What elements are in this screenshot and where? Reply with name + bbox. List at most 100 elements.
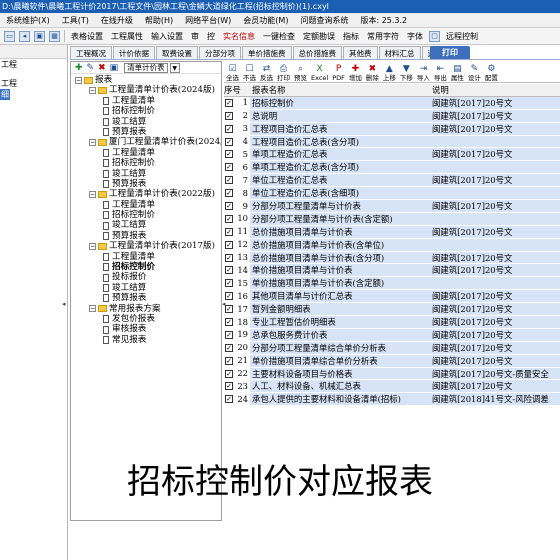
tree-folder[interactable]: − 厦门工程量清单计价表(2024版) (71, 137, 221, 147)
table-settings-button[interactable]: 表格设置 (67, 31, 107, 42)
tree-report-item[interactable]: 常见报表 (71, 335, 221, 345)
row-checkbox[interactable]: ✓ (225, 305, 233, 314)
print-toolbar-button[interactable]: ✖ 删除 (366, 64, 379, 82)
tree-report-item[interactable]: 竣工结算 (71, 117, 221, 127)
table-row[interactable]: ✓ 21 单价措施项目清单综合单价分析表 闽建筑[2017]20号文 (224, 354, 560, 368)
print-toolbar-button[interactable]: X Excel (311, 64, 328, 82)
input-settings-button[interactable]: 输入设置 (147, 31, 187, 42)
tree-folder[interactable]: − 工程量清单计价表(2017版) (71, 241, 221, 251)
print-toolbar-button[interactable]: ▤ 属性 (451, 64, 464, 82)
module-tab[interactable]: 取费设置 (156, 46, 198, 59)
table-row[interactable]: ✓ 18 专业工程暂估价明细表 闽建筑[2017]20号文 (224, 316, 560, 329)
module-tab[interactable]: 计价依据 (113, 46, 155, 59)
column-header-desc[interactable]: 说明 (430, 84, 560, 96)
tree-report-item[interactable]: 审核报表 (71, 324, 221, 334)
row-checkbox[interactable]: ✓ (225, 240, 233, 249)
collapse-icon[interactable]: − (89, 87, 96, 95)
table-row[interactable]: ✓ 12 总价措施项目清单与计价表(含单位) (224, 238, 560, 252)
tree-report-item[interactable]: 预算报表 (71, 293, 221, 303)
tree-report-item[interactable]: 工程量清单 (71, 252, 221, 262)
table-row[interactable]: ✓ 10 分部分项工程量清单与计价表(含定额) (224, 212, 560, 226)
table-row[interactable]: ✓ 8 单位工程造价汇总表(含细项) (224, 187, 560, 201)
row-checkbox[interactable]: ✓ (225, 124, 233, 133)
real-name-info-button[interactable]: 实名信息 (219, 31, 259, 42)
collapse-icon[interactable]: − (75, 76, 82, 84)
row-checkbox[interactable]: ✓ (225, 395, 233, 404)
menu-item[interactable]: 系统维护(X) (0, 15, 56, 26)
table-row[interactable]: ✓ 16 其他项目清单与计价汇总表 闽建筑[2017]20号文 (224, 290, 560, 304)
tree-report-item[interactable]: 招标控制价 (71, 158, 221, 168)
print-toolbar-button[interactable]: ⇥ 导入 (417, 64, 430, 82)
table-row[interactable]: ✓ 22 主要材料设备项目与价格表 闽建筑[2017]20号文-质量安全 (224, 367, 560, 381)
collapse-icon[interactable]: − (89, 139, 96, 147)
tree-report-item[interactable]: 招标控制价 (71, 262, 221, 272)
tree-folder[interactable]: − 工程量清单计价表(2024版) (71, 85, 221, 95)
table-row[interactable]: ✓ 2 总说明 闽建筑[2017]20号文 (224, 109, 560, 123)
index-button[interactable]: 指标 (339, 31, 363, 42)
print-toolbar-button[interactable]: P PDF (332, 64, 345, 82)
collapse-icon[interactable]: − (89, 305, 96, 313)
print-toolbar-button[interactable]: ☑ 全选 (226, 64, 239, 82)
tree-folder[interactable]: − 报表 (71, 75, 221, 85)
table-row[interactable]: ✓ 20 分部分项工程量清单综合单价分析表 闽建筑[2017]20号文 (224, 341, 560, 355)
tree-report-item[interactable]: 工程量清单 (71, 96, 221, 106)
print-toolbar-button[interactable]: ⌕ 预览 (294, 64, 307, 82)
row-checkbox[interactable]: ✓ (225, 189, 233, 198)
table-row[interactable]: ✓ 3 工程项目造价汇总表 闽建筑[2017]20号文 (224, 122, 560, 136)
table-row[interactable]: ✓ 24 承包人提供的主要材料和设备清单(招标) 闽建筑[2018]41号文-风险调差 (224, 393, 560, 407)
table-row[interactable]: ✓ 6 单项工程造价汇总表(含分项) (224, 161, 560, 175)
tree-report-item[interactable]: 工程量清单 (71, 148, 221, 158)
row-checkbox[interactable]: ✓ (225, 176, 233, 185)
row-checkbox[interactable]: ✓ (225, 266, 233, 275)
row-checkbox[interactable]: ✓ (225, 98, 233, 107)
audit-button[interactable]: 审 (187, 31, 203, 42)
save-icon[interactable]: ▣ (110, 63, 119, 73)
table-row[interactable]: ✓ 14 单价措施项目清单与计价表 闽建筑[2017]20号文 (224, 264, 560, 278)
file-icon[interactable]: ▭ (4, 30, 15, 42)
row-checkbox[interactable]: ✓ (225, 330, 233, 339)
tree-report-item[interactable]: 投标报价 (71, 272, 221, 282)
menu-item[interactable]: 工具(T) (56, 15, 95, 26)
project-node[interactable]: 工程 (0, 59, 67, 70)
row-checkbox[interactable]: ✓ (225, 356, 233, 365)
control-button[interactable]: 控 (203, 31, 219, 42)
table-row[interactable]: ✓ 19 总承包服务费计价表 闽建筑[2017]20号文 (224, 328, 560, 342)
remote-control-icon[interactable]: ▢ (429, 30, 440, 42)
add-icon[interactable]: ✚ (75, 63, 83, 73)
collapse-icon[interactable]: − (89, 190, 96, 198)
row-checkbox[interactable]: ✓ (225, 292, 233, 301)
table-row[interactable]: ✓ 13 总价措施项目清单与计价表(含分项) 闽建筑[2017]20号文 (224, 251, 560, 265)
row-checkbox[interactable]: ✓ (225, 382, 233, 391)
row-checkbox[interactable]: ✓ (225, 137, 233, 146)
row-checkbox[interactable]: ✓ (225, 343, 233, 352)
row-checkbox[interactable]: ✓ (225, 111, 233, 120)
row-checkbox[interactable]: ✓ (225, 253, 233, 262)
print-toolbar-button[interactable]: ☐ 不选 (243, 64, 256, 82)
print-toolbar-button[interactable]: ▲ 上移 (383, 64, 396, 82)
row-checkbox[interactable]: ✓ (225, 214, 233, 223)
row-checkbox[interactable]: ✓ (225, 317, 233, 326)
print-toolbar-button[interactable]: ✚ 增加 (349, 64, 362, 82)
project-properties-button[interactable]: 工程属性 (107, 31, 147, 42)
tree-report-item[interactable]: 招标控制价 (71, 106, 221, 116)
print-toolbar-button[interactable]: ⇄ 反选 (260, 64, 273, 82)
quota-errata-button[interactable]: 定额勘误 (299, 31, 339, 42)
one-click-check-button[interactable]: 一键检查 (259, 31, 299, 42)
tree-report-item[interactable]: 预算报表 (71, 179, 221, 189)
edit-icon[interactable]: ✎ (87, 63, 95, 73)
remote-control-button[interactable]: 远程控制 (442, 31, 482, 42)
table-row[interactable]: ✓ 4 工程项目造价汇总表(含分项) (224, 135, 560, 149)
tree-report-item[interactable]: 预算报表 (71, 231, 221, 241)
table-row[interactable]: ✓ 7 单位工程造价汇总表 闽建筑[2017]20号文 (224, 174, 560, 188)
font-button[interactable]: 字体 (403, 31, 427, 42)
delete-icon[interactable]: ✖ (98, 63, 106, 73)
tree-folder[interactable]: − 常用报表方案 (71, 304, 221, 314)
tree-folder[interactable]: − 工程量清单计价表(2022版) (71, 189, 221, 199)
project-node-selected[interactable]: 细 (0, 89, 10, 100)
menu-item[interactable]: 会员功能(M) (237, 15, 294, 26)
tree-report-item[interactable]: 预算报表 (71, 127, 221, 137)
table-row[interactable]: ✓ 15 单价措施项目清单与计价表(含定额) (224, 277, 560, 291)
save-icon[interactable]: ▣ (34, 30, 45, 42)
print-toolbar-button[interactable]: ⚙ 配置 (485, 64, 498, 82)
print-toolbar-button[interactable]: ⎙ 打印 (277, 64, 290, 82)
